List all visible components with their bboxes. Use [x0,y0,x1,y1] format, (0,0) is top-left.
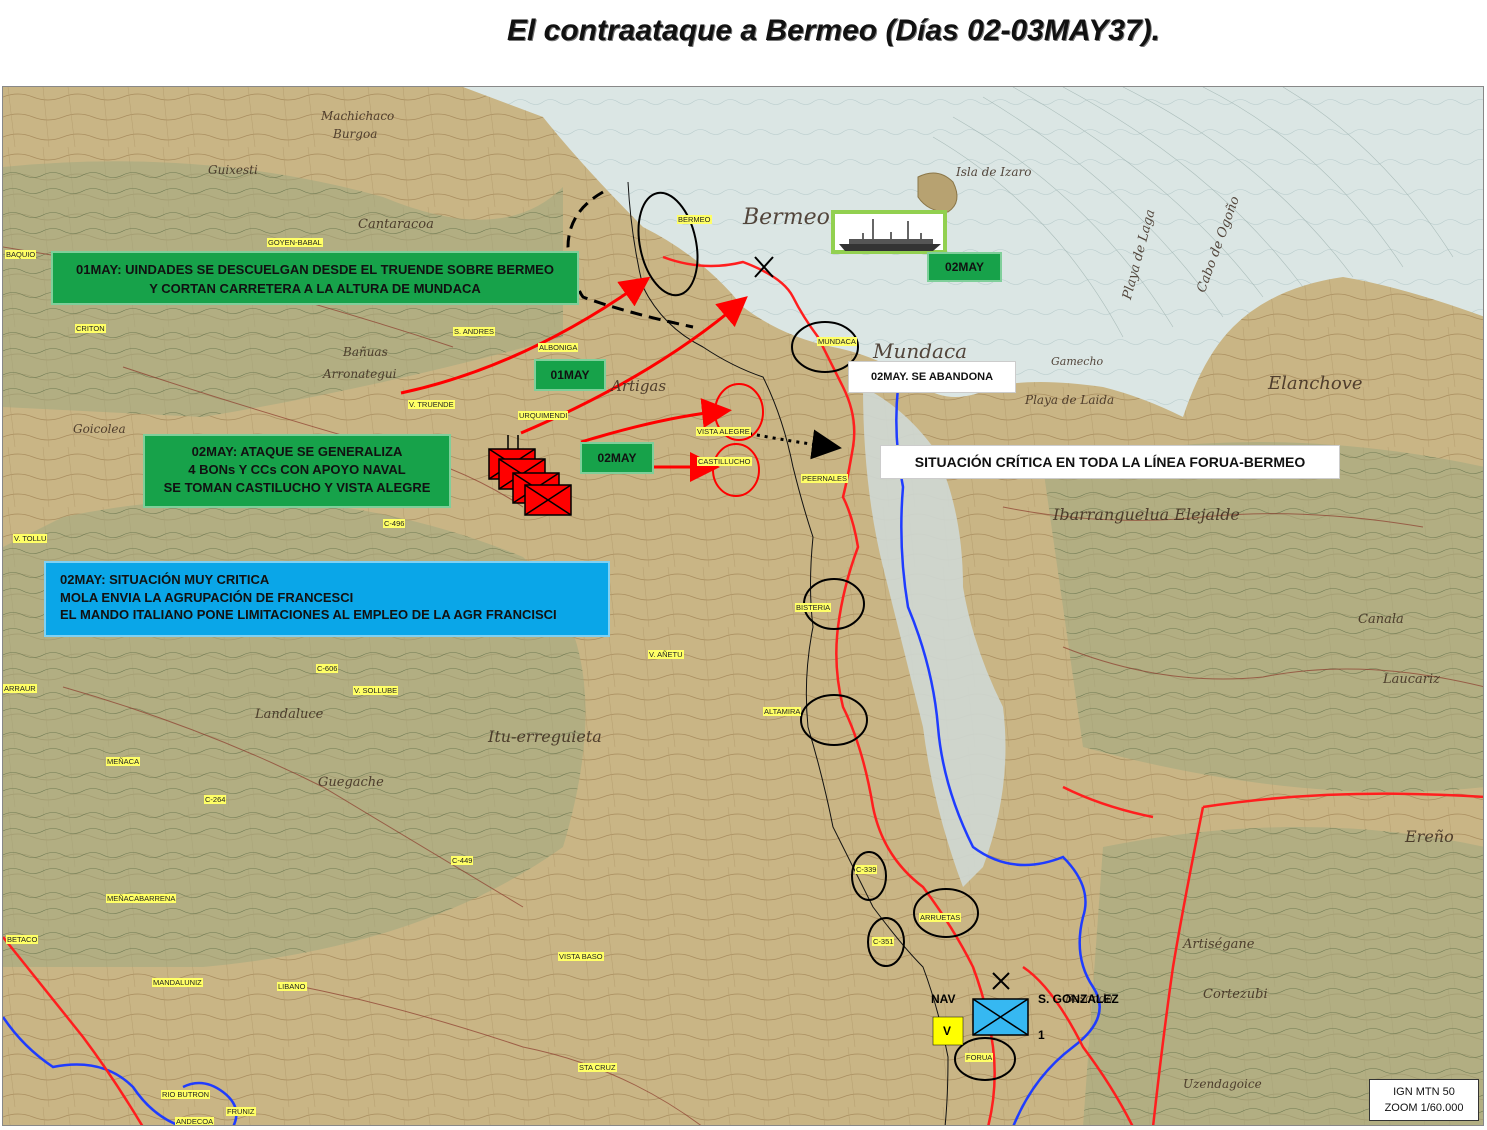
place-arruetas: ARRUETAS [919,913,962,922]
note-01may-line2: Y CORTAN CARRETERA A LA ALTURA DE MUNDAC… [149,281,481,296]
note-02may-attack: 02MAY: ATAQUE SE GENERALIZA 4 BONs Y CCs… [143,434,451,508]
place-c339: C-339 [855,865,878,874]
oldmap-gamecho: Gamecho [1051,355,1104,368]
oldmap-artisegane: Artiségane [1183,937,1255,952]
oldmap-banuas: Bañuas [343,345,388,359]
oldmap-goicolea: Goicolea [73,422,126,436]
place-menaca: MEÑACA [106,757,141,766]
place-baquio: BAQUIO [5,250,37,259]
unit-size-label: 1 [1038,1028,1045,1042]
oldmap-canala: Canala [1358,612,1404,627]
oldmap-cantaracoa: Cantaracoa [358,217,434,232]
oldmap-cortezubi: Cortezubi [1203,987,1268,1002]
place-betaco: BETACO [6,935,39,944]
place-criton: CRITON [75,324,106,333]
place-sta-cruz: STA CRUZ [578,1063,617,1072]
scale-box: IGN MTN 50 ZOOM 1/60.000 [1369,1079,1479,1121]
place-goyen-babal: GOYEN-BABAL [267,238,323,247]
unit-v-label: V [943,1024,952,1038]
place-c606: C-606 [316,664,339,673]
place-san-andres: S. ANDRES [453,327,496,336]
oldmap-laucariz: Laucariz [1383,672,1441,687]
note-situacion-critica: SITUACIÓN CRÍTICA EN TODA LA LÍNEA FORUA… [880,445,1340,479]
oldmap-landaluce: Landaluce [255,707,324,722]
note-02may-attack-line3: SE TOMAN CASTILUCHO Y VISTA ALEGRE [163,480,431,495]
place-v-tollu: V. TOLLU [13,534,48,543]
tag-02may-naval: 02MAY [927,252,1002,282]
place-mandaluniz: MANDALUNIZ [152,978,203,987]
place-v-anetu: V. AÑETU [648,650,684,659]
note-02may-attack-line1: 02MAY: ATAQUE SE GENERALIZA [191,444,403,459]
note-02may-critical-line1: 02MAY: SITUACIÓN MUY CRITICA [60,572,270,587]
oldmap-artigas: Artigas [611,377,667,395]
place-menacabarrena: MEÑACABARRENA [106,894,177,903]
place-c351: C-351 [872,937,895,946]
place-rio-butron: RIO BUTRON [161,1090,211,1099]
place-vista-baso: VISTA BASO [558,952,604,961]
oldmap-guixesti: Guixesti [208,163,258,177]
note-abandona: 02MAY. SE ABANDONA [848,361,1016,393]
note-02may-attack-line2: 4 BONs Y CCs CON APOYO NAVAL [188,462,406,477]
place-vista-alegre: VISTA ALEGRE [696,427,751,436]
place-fruniz: FRUNIZ [226,1107,256,1116]
scale-source: IGN MTN 50 [1393,1086,1455,1098]
oldmap-ibarranguelua: Ibarranguelua Elejalde [1053,505,1240,524]
place-bermeo: BERMEO [677,215,712,224]
place-alboniga: ALBONIGA [538,343,579,352]
oldmap-bermeo: Bermeo [743,205,830,230]
place-castillucho: CASTILLUCHO [697,457,752,466]
oldmap-laida: Playa de Laida [1025,393,1115,407]
oldmap-elanchove: Elanchove [1268,373,1363,394]
place-mundaca: MUNDACA [817,337,857,346]
vegetation-zone [1043,442,1483,792]
note-01may: 01MAY: UINDADES SE DESCUELGAN DESDE EL T… [51,251,579,305]
tag-02may-attack: 02MAY [580,442,654,474]
place-urquimendi: URQUIMENDI [518,411,569,420]
scale-zoom: ZOOM 1/60.000 [1384,1102,1464,1114]
oldmap-guegache: Guegache [318,775,384,790]
note-02may-critical: 02MAY: SITUACIÓN MUY CRITICA MOLA ENVIA … [44,561,610,637]
unit-sgonzalez-label: S. GONZALEZ [1038,992,1119,1006]
oldmap-burgoa: Burgoa [333,127,378,141]
oldmap-izaro: Isla de Izaro [956,165,1032,179]
place-c449: C-449 [451,856,474,865]
place-c264: C-264 [204,795,227,804]
oldmap-ereno: Ereño [1405,827,1454,846]
oldmap-itu-erreguieta: Itu-erreguieta [488,727,602,746]
map-canvas[interactable]: Bermeo Isla de Izaro Mundaca Elanchove M… [2,86,1484,1126]
map-title: El contraataque a Bermeo (Días 02-03MAY3… [506,14,1160,47]
place-v-sollube: V. SOLLUBE [353,686,399,695]
note-02may-critical-line3: EL MANDO ITALIANO PONE LIMITACIONES AL E… [60,607,557,622]
oldmap-machichaco: Machichaco [321,109,395,123]
unit-nav-label: NAV [931,992,956,1006]
place-peernales: PEERNALES [801,474,849,483]
defender-unit [972,998,1029,1036]
oldmap-mundaca: Mundaca [873,339,968,363]
place-andecoa: ANDECOA [175,1117,215,1126]
place-altamira: ALTAMIRA [763,707,802,716]
place-libano: LIBANO [277,982,307,991]
oldmap-arronategui: Arronategui [323,367,397,381]
place-bisteria: BISTERIA [795,603,832,612]
tag-01may: 01MAY [534,359,606,391]
place-forua: FORUA [965,1053,994,1062]
place-v-truende: V. TRUENDE [408,400,455,409]
note-02may-critical-line2: MOLA ENVIA LA AGRUPACIÓN DE FRANCESCI [60,589,354,605]
place-arraur: ARRAUR [3,684,37,693]
note-01may-line1: 01MAY: UINDADES SE DESCUELGAN DESDE EL T… [76,262,554,277]
warship-image [831,210,947,254]
place-c496: C-496 [383,519,406,528]
oldmap-uzendagoice: Uzendagoice [1183,1077,1262,1091]
